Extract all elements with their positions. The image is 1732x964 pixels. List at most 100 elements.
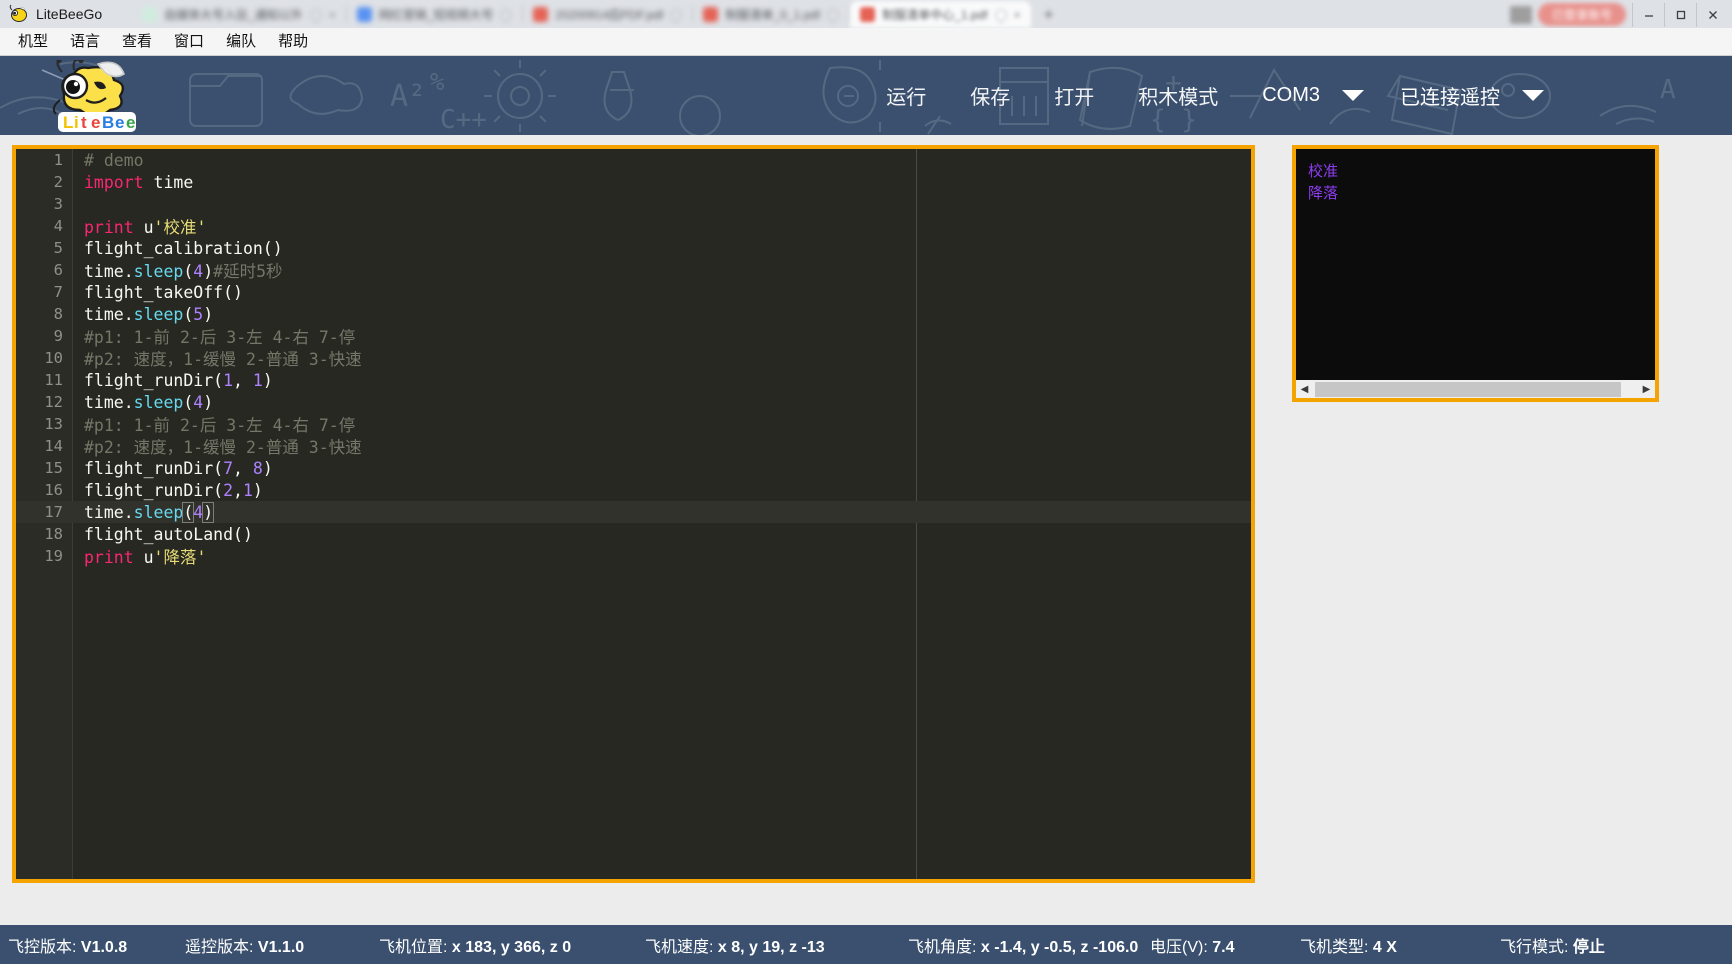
menu-item-window[interactable]: 窗口 — [164, 31, 214, 52]
browser-tab[interactable]: 制服清单_0_1.pdf — [693, 1, 849, 28]
editor-line[interactable]: 13 #p1: 1-前 2-后 3-左 4-右 7-停 — [16, 413, 1251, 435]
browser-tab[interactable]: 网红营销_短视频大号 — [347, 1, 523, 28]
menu-item-model[interactable]: 机型 — [8, 31, 58, 52]
line-number: 11 — [44, 371, 63, 389]
menu-item-language[interactable]: 语言 — [60, 31, 110, 52]
line-source: print u'降落' — [73, 544, 206, 568]
open-button[interactable]: 打开 — [1032, 75, 1116, 116]
tab-close-icon[interactable]: × — [329, 8, 336, 22]
editor-line[interactable]: 1 # demo — [16, 149, 1251, 171]
status-item-value: V1.0.8 — [80, 938, 128, 956]
editor-line[interactable]: 14 #p2: 速度，1-缓慢 2-普通 3-快速 — [16, 435, 1251, 457]
tab-mute-icon[interactable] — [824, 6, 842, 23]
code-token: flight_runDir( — [84, 458, 224, 478]
editor-line[interactable]: 18 flight_autoLand() — [16, 523, 1251, 545]
editor-line[interactable]: 4 print u'校准' — [16, 215, 1251, 237]
editor-line[interactable]: 2 import time — [16, 171, 1251, 193]
tab-strip-right-actions: 已登录账号 — [1509, 1, 1732, 28]
code-token: ) — [202, 501, 215, 523]
tab-mute-icon[interactable] — [307, 6, 325, 23]
editor-line[interactable]: 5 flight_calibration() — [16, 237, 1251, 259]
save-button[interactable]: 保存 — [948, 75, 1032, 116]
line-source: flight_calibration() — [73, 239, 283, 258]
maximize-button[interactable] — [1664, 2, 1696, 27]
code-token: flight_takeOff() — [84, 282, 243, 302]
editor-line[interactable]: 9 #p1: 1-前 2-后 3-左 4-右 7-停 — [16, 325, 1251, 347]
app-title-text: LiteBeeGo — [36, 6, 103, 22]
litebee-logo-icon — [8, 4, 28, 24]
menu-item-formation[interactable]: 编队 — [216, 31, 266, 52]
remote-status-select[interactable]: 已连接遥控 — [1378, 75, 1558, 116]
svg-text:L: L — [63, 113, 73, 132]
editor-line[interactable]: 3 — [16, 193, 1251, 215]
code-token: time. — [84, 262, 134, 281]
line-number: 14 — [44, 437, 63, 455]
svg-text:A²: A² — [390, 79, 426, 114]
code-token: , — [233, 480, 243, 500]
output-console[interactable]: 校准 降落 ◀ ▶ — [1292, 145, 1659, 402]
editor-line[interactable]: 11 flight_runDir(1, 1) — [16, 369, 1251, 391]
editor-code-area[interactable]: 1 # demo 2 import time 3 4 print u'校准' 5 flight_… — [16, 149, 1251, 879]
tab-close-icon[interactable]: × — [1014, 8, 1021, 22]
browser-tab[interactable]: 20200914后PDF.pdf — [523, 1, 692, 28]
remote-status-value: 已连接遥控 — [1400, 87, 1500, 109]
editor-line[interactable]: 6 time.sleep(4)#延时5秒 — [16, 259, 1251, 281]
editor-line[interactable]: 10 #p2: 速度，1-缓慢 2-普通 3-快速 — [16, 347, 1251, 369]
code-token: ) — [262, 458, 273, 478]
svg-text:C++: C++ — [440, 105, 487, 135]
status-item: 遥控版本: V1.1.0 — [185, 933, 304, 957]
tab-mute-icon[interactable] — [992, 6, 1010, 23]
line-source: time.sleep(4)#延时5秒 — [73, 258, 283, 282]
line-source: flight_runDir(1, 1) — [73, 371, 273, 390]
line-number: 8 — [53, 305, 63, 323]
editor-line[interactable]: 12 time.sleep(4) — [16, 391, 1251, 413]
editor-line[interactable]: 7 flight_takeOff() — [16, 281, 1251, 303]
menu-item-help[interactable]: 帮助 — [268, 31, 318, 52]
code-token: ) — [203, 304, 214, 324]
editor-line[interactable]: 15 flight_runDir(7, 8) — [16, 457, 1251, 479]
minimize-button[interactable] — [1632, 2, 1664, 27]
browser-tab[interactable]: 自媒体大号入驻_通知以外 × — [132, 1, 346, 28]
triangle-left-icon[interactable]: ◀ — [1296, 381, 1313, 398]
tab-list-icon[interactable] — [1509, 5, 1532, 24]
serial-port-select[interactable]: COM3 — [1240, 78, 1378, 113]
tab-title: 制服清单中心_1.pdf — [882, 8, 988, 22]
line-number: 13 — [44, 415, 63, 433]
status-item-value: x 183, y 366, z 0 — [451, 938, 572, 956]
profile-chip[interactable]: 已登录账号 — [1537, 3, 1626, 26]
code-token: 4 — [193, 262, 204, 281]
svg-text:e: e — [115, 113, 124, 132]
scrollbar-thumb[interactable] — [1315, 381, 1621, 397]
code-editor[interactable]: 1 # demo 2 import time 3 4 print u'校准' 5 flight_… — [12, 145, 1255, 883]
console-line: 校准 — [1308, 162, 1339, 180]
editor-line[interactable]: 19 print u'降落' — [16, 545, 1251, 567]
close-button[interactable] — [1696, 2, 1728, 27]
menu-item-view[interactable]: 查看 — [112, 31, 162, 52]
tab-title: 网红营销_短视频大号 — [378, 8, 494, 22]
editor-line[interactable]: 17 time.sleep(4) — [16, 501, 1251, 523]
tab-favicon-icon — [703, 7, 719, 22]
tab-mute-icon[interactable] — [667, 6, 685, 23]
browser-tab-active[interactable]: 制服清单中心_1.pdf × — [850, 1, 1031, 28]
scrollbar-track[interactable] — [1313, 380, 1638, 398]
editor-line[interactable]: 8 time.sleep(5) — [16, 303, 1251, 325]
console-horizontal-scrollbar[interactable]: ◀ ▶ — [1296, 379, 1655, 398]
editor-line[interactable]: 16 flight_runDir(2,1) — [16, 479, 1251, 501]
menu-bar: 机型 语言 查看 窗口 编队 帮助 — [0, 28, 1732, 56]
code-token: time. — [84, 502, 134, 522]
status-item-value: 停止 — [1572, 938, 1605, 956]
chevron-down-icon — [1522, 90, 1544, 101]
blocks-mode-button[interactable]: 积木模式 — [1116, 75, 1240, 116]
triangle-right-icon[interactable]: ▶ — [1638, 381, 1655, 398]
line-number: 3 — [53, 195, 63, 213]
app-title-bar: LiteBeeGo — [0, 0, 102, 28]
code-token: time. — [84, 304, 134, 324]
code-token: ( — [183, 304, 194, 324]
new-tab-button[interactable]: + — [1035, 2, 1063, 28]
run-button[interactable]: 运行 — [864, 75, 948, 116]
tab-mute-icon[interactable] — [497, 6, 515, 23]
tab-title: 自媒体大号入驻_通知以外 — [164, 8, 303, 22]
line-number: 2 — [53, 173, 63, 191]
line-source: #p2: 速度，1-缓慢 2-普通 3-快速 — [73, 346, 362, 370]
status-item-label: 飞控版本: — [8, 938, 81, 956]
